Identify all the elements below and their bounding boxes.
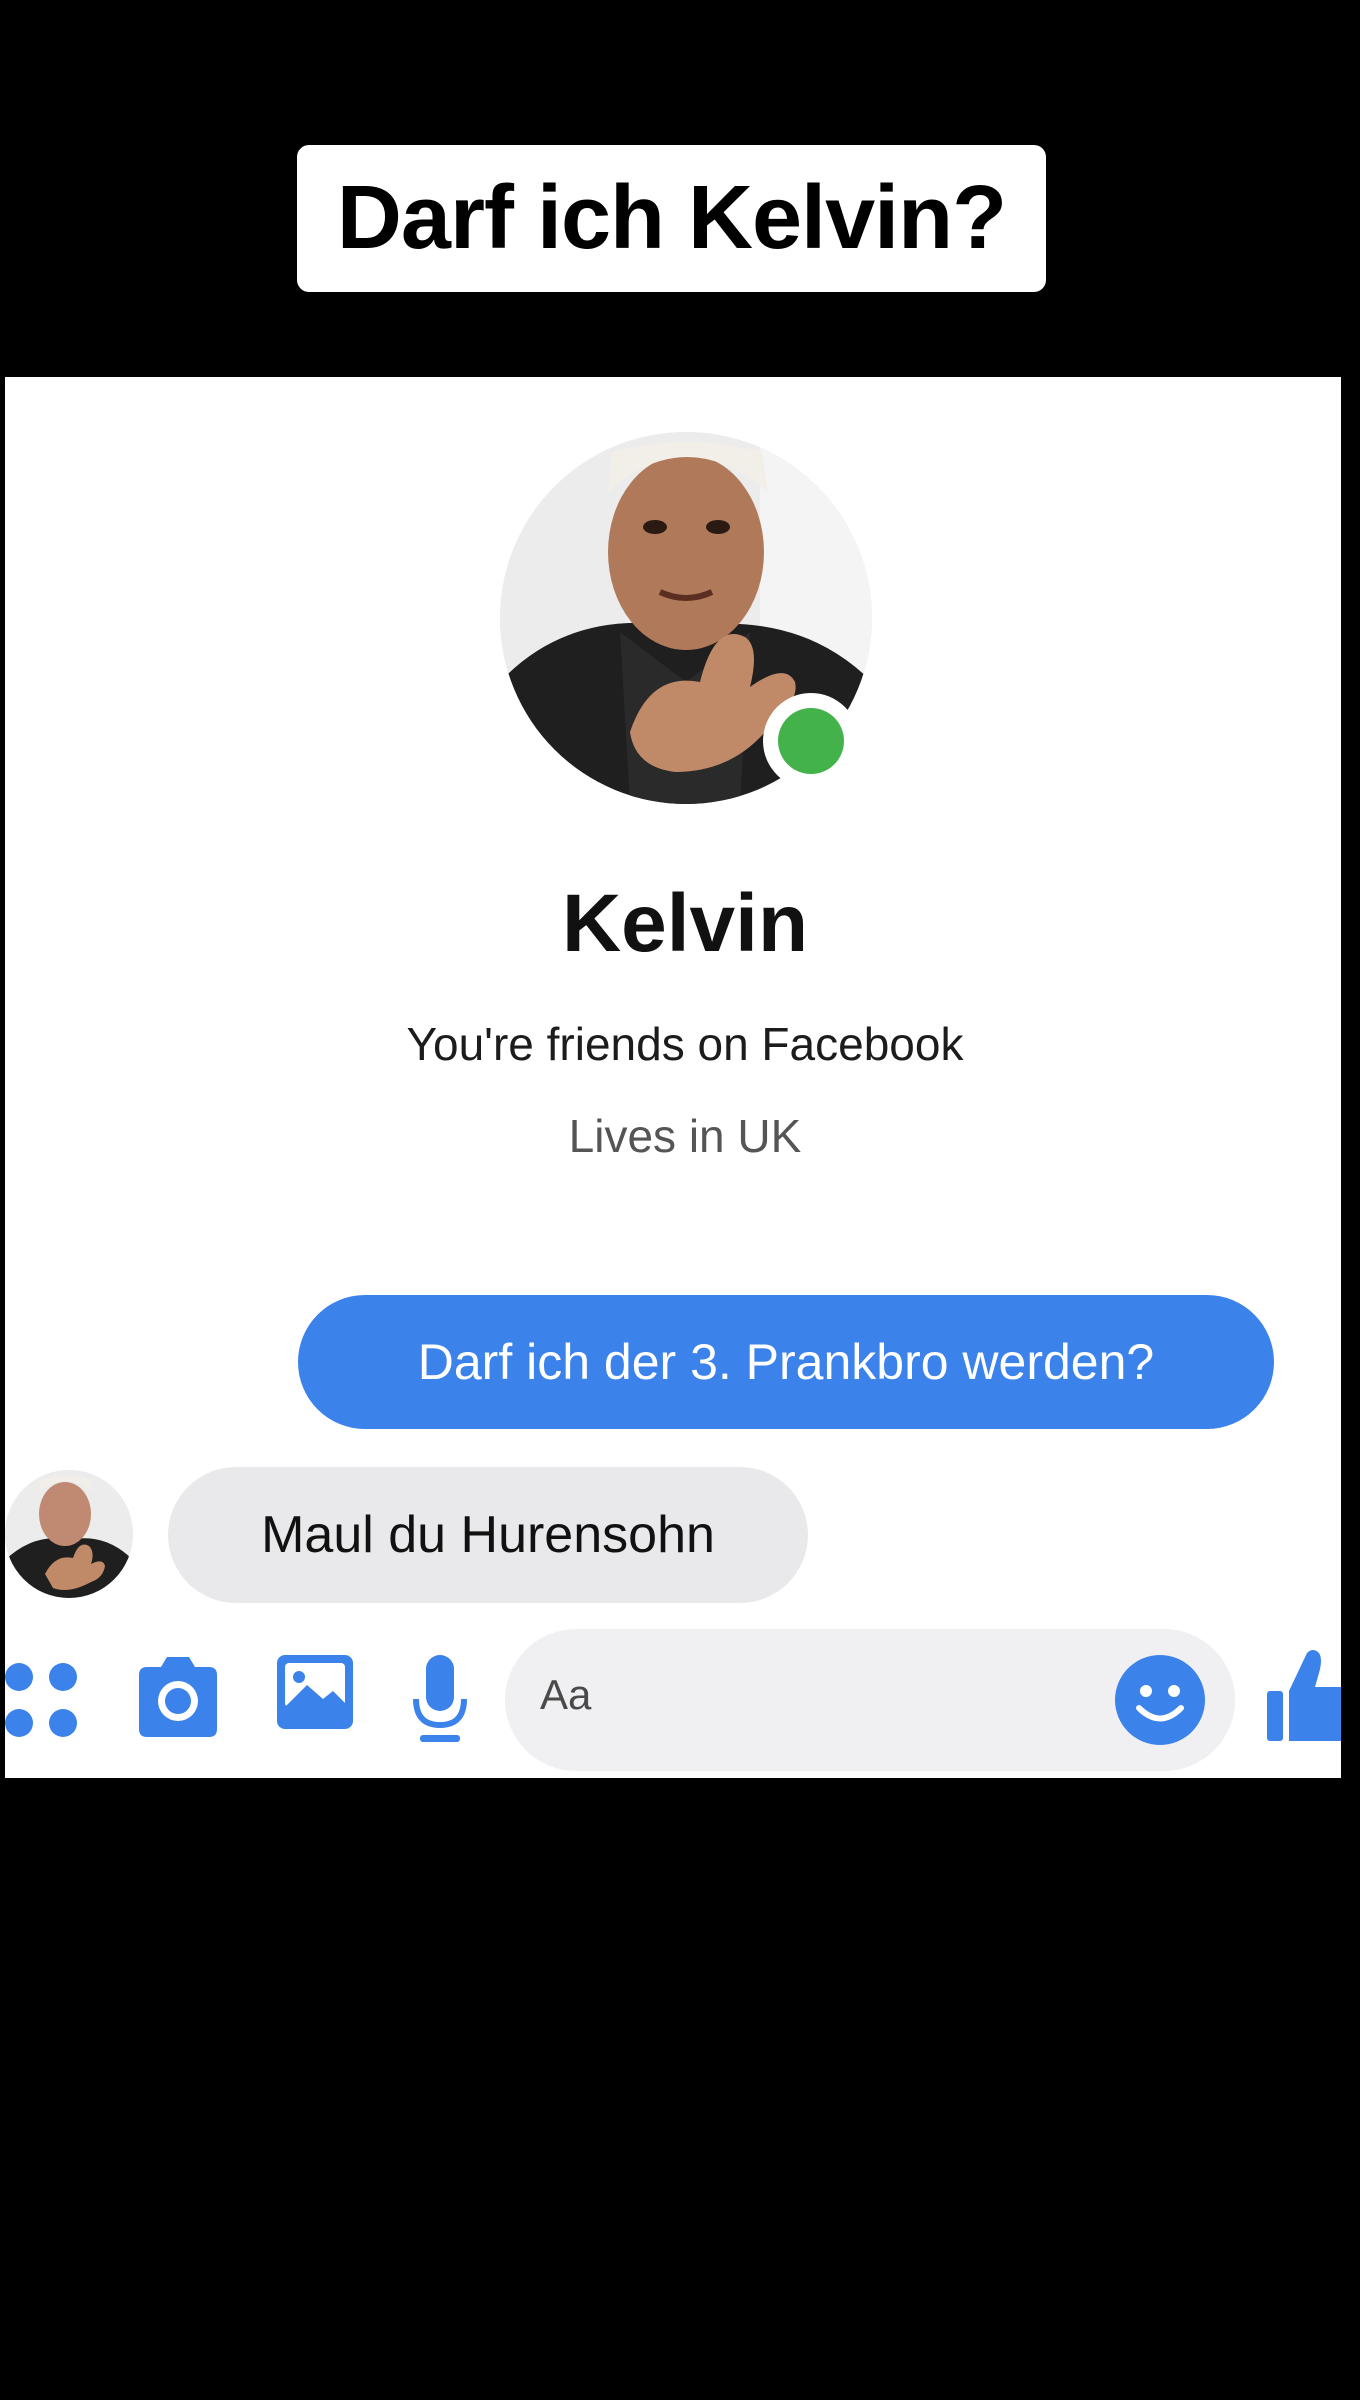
gallery-icon[interactable] (275, 1653, 355, 1733)
profile-name: Kelvin (561, 878, 809, 969)
microphone-icon[interactable] (410, 1653, 470, 1745)
camera-icon[interactable] (133, 1653, 223, 1743)
online-status-indicator (763, 693, 859, 789)
emoji-icon[interactable] (1113, 1653, 1207, 1747)
incoming-message-bubble[interactable]: Maul du Hurensohn (168, 1467, 808, 1603)
profile-location: Lives in UK (568, 1110, 802, 1162)
incoming-message-text: Maul du Hurensohn (261, 1506, 715, 1564)
friendship-status: You're friends on Facebook (406, 1018, 964, 1070)
sender-avatar[interactable] (5, 1470, 133, 1598)
video-caption: Darf ich Kelvin? (336, 168, 1007, 268)
video-caption-box: Darf ich Kelvin? (297, 145, 1046, 292)
outgoing-message-text: Darf ich der 3. Prankbro werden? (417, 1334, 1155, 1390)
outgoing-message-bubble[interactable]: Darf ich der 3. Prankbro werden? (298, 1295, 1274, 1429)
sender-photo-illustration (5, 1470, 133, 1598)
messenger-screen: Kelvin You're friends on Facebook Lives … (5, 377, 1341, 1778)
message-input-placeholder: Aa (540, 1671, 592, 1718)
apps-icon[interactable] (5, 1653, 85, 1747)
online-dot (778, 708, 844, 774)
thumbs-up-icon[interactable] (1267, 1647, 1341, 1745)
